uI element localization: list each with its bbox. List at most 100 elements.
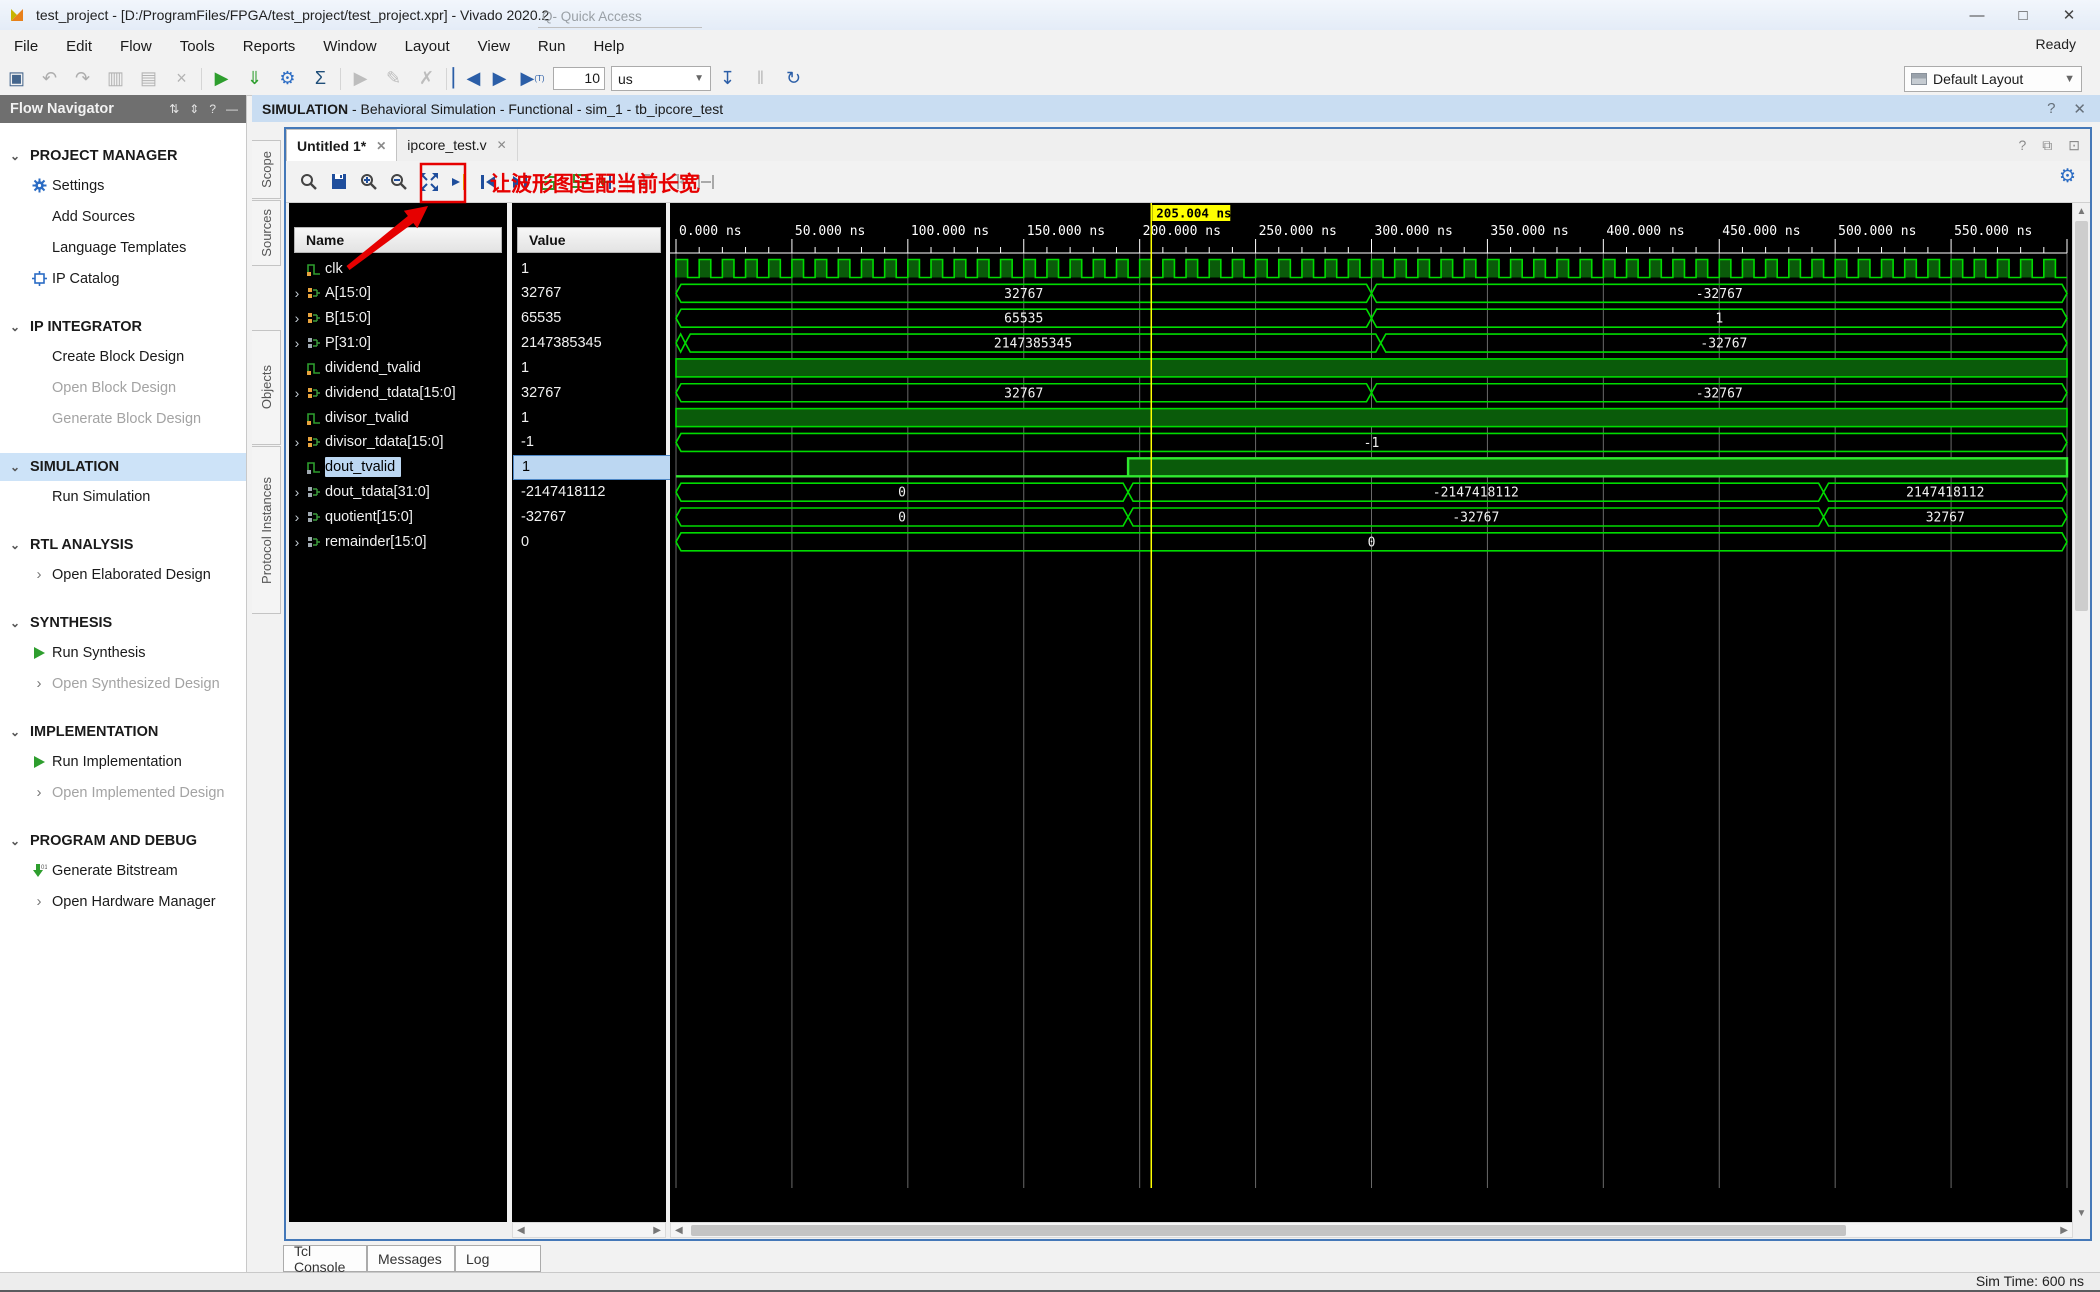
- signal-name-row[interactable]: clk: [289, 256, 507, 281]
- run-time-input[interactable]: 10: [553, 67, 605, 90]
- zoom-to-cursor-icon[interactable]: [444, 168, 474, 196]
- paste-icon[interactable]: ▤: [132, 66, 165, 92]
- menu-run[interactable]: Run: [524, 30, 580, 62]
- side-tab-protocol-instances[interactable]: Protocol Instances: [252, 446, 281, 614]
- signal-value-row[interactable]: -32767: [512, 505, 675, 530]
- flow-navigator-header-icon[interactable]: ⇕: [189, 102, 199, 116]
- sidebar-section-implementation[interactable]: ⌄ IMPLEMENTATION: [0, 718, 246, 746]
- vertical-scrollbar[interactable]: ▲ ▼: [2072, 203, 2090, 1222]
- chevron-down-icon[interactable]: ⌄: [0, 834, 30, 848]
- signal-value-row[interactable]: 1: [512, 454, 675, 480]
- swap-cursor-icon[interactable]: [534, 168, 564, 196]
- chevron-down-icon[interactable]: ⌄: [0, 460, 30, 474]
- side-tab-objects[interactable]: Objects: [252, 330, 281, 445]
- close-button[interactable]: ✕: [2046, 0, 2092, 30]
- sidebar-item-run-simulation[interactable]: Run Simulation: [0, 481, 246, 512]
- chevron-right-icon[interactable]: ›: [289, 335, 305, 351]
- side-tab-scope[interactable]: Scope: [252, 140, 281, 199]
- menu-window[interactable]: Window: [309, 30, 390, 62]
- wave-dividend_tvalid[interactable]: [675, 358, 2068, 378]
- wave-tab-ipcore-test[interactable]: ipcore_test.v ✕: [397, 129, 518, 161]
- run-icon[interactable]: ▶: [205, 66, 238, 92]
- sidebar-item-run-synthesis[interactable]: Run Synthesis: [0, 637, 246, 668]
- chevron-down-icon[interactable]: ⌄: [0, 725, 30, 739]
- chevron-right-icon[interactable]: ›: [289, 285, 305, 301]
- sidebar-item-open-elaborated-design[interactable]: › Open Elaborated Design: [0, 559, 246, 590]
- bottom-tab-log[interactable]: Log: [455, 1245, 541, 1272]
- edit-disabled-icon[interactable]: ✎: [377, 66, 410, 92]
- run-synthesis-disabled-icon[interactable]: ▶: [344, 66, 377, 92]
- chevron-right-icon[interactable]: ›: [289, 534, 305, 550]
- flow-navigator-header-icon[interactable]: ⇅: [169, 102, 179, 116]
- value-column-header[interactable]: Value: [517, 227, 661, 253]
- side-tab-sources[interactable]: Sources: [252, 200, 281, 266]
- bottom-tab-messages[interactable]: Messages: [367, 1245, 455, 1272]
- sidebar-section-synthesis[interactable]: ⌄ SYNTHESIS: [0, 609, 246, 637]
- pause-icon[interactable]: ‖: [744, 66, 777, 92]
- sidebar-item-generate-bitstream[interactable]: 01 Generate Bitstream: [0, 855, 246, 886]
- menu-file[interactable]: File: [0, 30, 52, 62]
- signal-name-row[interactable]: › B[15:0]: [289, 306, 507, 331]
- sidebar-item-ip-catalog[interactable]: IP Catalog: [0, 263, 246, 294]
- marker-span-icon[interactable]: [691, 168, 721, 196]
- menu-tools[interactable]: Tools: [166, 30, 229, 62]
- wave-clk[interactable]: [675, 258, 2067, 279]
- menu-reports[interactable]: Reports: [229, 30, 310, 62]
- waveform-settings-gear-icon[interactable]: ⚙: [2059, 165, 2076, 188]
- snap-icon[interactable]: [564, 168, 594, 196]
- signal-name-row[interactable]: dividend_tvalid: [289, 355, 507, 380]
- settings-gear-icon[interactable]: ⚙: [271, 66, 304, 92]
- signal-name-row[interactable]: › P[31:0]: [289, 331, 507, 356]
- copy-icon[interactable]: ▥: [99, 66, 132, 92]
- open-project-icon[interactable]: ▣: [0, 66, 33, 92]
- sidebar-item-open-synthesized-design[interactable]: › Open Synthesized Design: [0, 668, 246, 699]
- add-marker-icon[interactable]: [594, 168, 624, 196]
- signal-name-row[interactable]: › divisor_tdata[15:0]: [289, 430, 507, 455]
- step-icon[interactable]: ↧: [711, 66, 744, 92]
- layout-selector[interactable]: Default Layout ▼: [1904, 66, 2082, 92]
- signal-value-row[interactable]: 0: [512, 529, 675, 554]
- sidebar-section-simulation[interactable]: ⌄ SIMULATION: [0, 453, 246, 481]
- wave-divisor_tvalid[interactable]: [675, 407, 2068, 428]
- minimize-button[interactable]: —: [1954, 0, 2000, 30]
- signal-value-row[interactable]: 1: [512, 355, 675, 380]
- menu-flow[interactable]: Flow: [106, 30, 166, 62]
- time-unit-select[interactable]: us ▼: [611, 66, 711, 91]
- close-icon[interactable]: ✕: [2073, 100, 2086, 118]
- delete-icon[interactable]: ×: [165, 66, 198, 92]
- report-sigma-icon[interactable]: Σ: [304, 66, 337, 92]
- sidebar-item-open-block-design[interactable]: Open Block Design: [0, 372, 246, 403]
- sidebar-item-generate-block-design[interactable]: Generate Block Design: [0, 403, 246, 434]
- sidebar-section-program-and-debug[interactable]: ⌄ PROGRAM AND DEBUG: [0, 827, 246, 855]
- vertical-scrollbar-thumb[interactable]: [2075, 221, 2088, 611]
- maximize-button[interactable]: □: [2000, 0, 2046, 30]
- sidebar-item-open-hardware-manager[interactable]: › Open Hardware Manager: [0, 886, 246, 917]
- chevron-right-icon[interactable]: ›: [30, 893, 48, 910]
- next-transition-icon[interactable]: [504, 168, 534, 196]
- undo-icon[interactable]: ↶: [33, 66, 66, 92]
- prev-marker-icon[interactable]: [631, 168, 661, 196]
- window-tool-icon[interactable]: ⧉: [2042, 137, 2052, 154]
- value-panel-hscrollbar[interactable]: ◀ ▶: [512, 1222, 666, 1238]
- search-icon[interactable]: [294, 168, 324, 196]
- next-marker-icon[interactable]: [661, 168, 691, 196]
- signal-name-row[interactable]: › dividend_tdata[15:0]: [289, 380, 507, 405]
- chevron-right-icon[interactable]: ›: [289, 484, 305, 500]
- signal-name-row[interactable]: divisor_tvalid: [289, 405, 507, 430]
- chevron-right-icon[interactable]: ›: [30, 784, 48, 801]
- redo-icon[interactable]: ↷: [66, 66, 99, 92]
- restart-icon[interactable]: ▏◀: [450, 66, 483, 92]
- close-icon[interactable]: ✕: [497, 138, 507, 152]
- zoom-in-icon[interactable]: [354, 168, 384, 196]
- sidebar-item-open-implemented-design[interactable]: › Open Implemented Design: [0, 777, 246, 808]
- zoom-fit-icon[interactable]: [414, 168, 444, 196]
- menu-help[interactable]: Help: [579, 30, 638, 62]
- waveform-plot-panel[interactable]: 0.000 ns 50.000 ns 100.000 ns 150.000 ns 200…: [670, 203, 2073, 1222]
- chevron-down-icon[interactable]: ⌄: [0, 538, 30, 552]
- window-tool-icon[interactable]: ⊡: [2068, 137, 2080, 154]
- sidebar-item-add-sources[interactable]: Add Sources: [0, 201, 246, 232]
- name-column-header[interactable]: Name: [294, 227, 502, 253]
- chevron-down-icon[interactable]: ⌄: [0, 320, 30, 334]
- chevron-right-icon[interactable]: ›: [289, 434, 305, 450]
- chevron-right-icon[interactable]: ›: [30, 675, 48, 692]
